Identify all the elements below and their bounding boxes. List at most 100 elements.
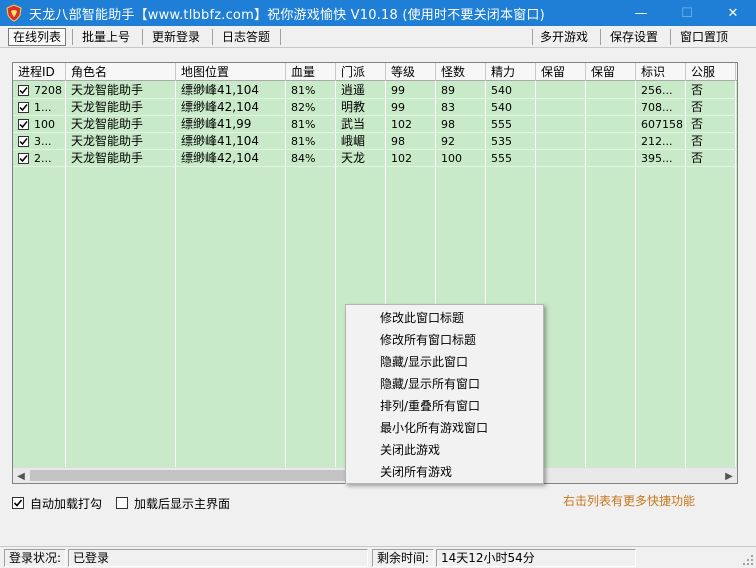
context-menu: 修改此窗口标题 修改所有窗口标题 隐藏/显示此窗口 隐藏/显示所有窗口 排列/重…: [345, 304, 544, 484]
cell-pid: 2...: [34, 152, 52, 165]
menu-separator: [212, 29, 213, 45]
resize-grip-icon[interactable]: [742, 554, 754, 566]
col-header-energy[interactable]: 精力: [486, 63, 536, 81]
auto-load-checkbox[interactable]: 自动加载打勾: [12, 495, 102, 511]
cell-map: 缥缈峰41,99: [181, 117, 252, 131]
menu-bar: 在线列表 批量上号 更新登录 日志答题 多开游戏 保存设置 窗口置顶: [0, 26, 756, 48]
cell-name: 天龙智能助手: [71, 151, 144, 165]
menu-item-close-game[interactable]: 关闭此游戏: [346, 439, 543, 461]
status-bar: 登录状况: 已登录 剩余时间: 14天12小时54分: [0, 546, 756, 568]
menu-separator: [72, 29, 73, 45]
cell-reserved-1: [536, 133, 586, 150]
cell-mobs: 98: [441, 118, 455, 131]
table-row[interactable]: 100 天龙智能助手 缥缈峰41,99 81% 武当 102 98 555 607158 否: [13, 116, 737, 133]
cell-name: 天龙智能助手: [71, 134, 144, 148]
cell-sect: 逍遥: [341, 83, 366, 97]
show-main-label: 加载后显示主界面: [134, 496, 231, 511]
cell-level: 102: [391, 152, 412, 165]
close-button[interactable]: ✕: [710, 0, 756, 26]
menu-item-close-all-games[interactable]: 关闭所有游戏: [346, 461, 543, 483]
menu-item-rename-window[interactable]: 修改此窗口标题: [346, 307, 543, 329]
checkbox-unchecked-icon[interactable]: [116, 497, 128, 509]
show-main-checkbox[interactable]: 加载后显示主界面: [116, 495, 230, 511]
table-row[interactable]: 3... 天龙智能助手 缥缈峰41,104 81% 峨嵋 98 92 535 212... 否: [13, 133, 737, 150]
cell-pid: 3...: [34, 135, 52, 148]
cell-level: 102: [391, 118, 412, 131]
cell-energy: 535: [491, 135, 512, 148]
cell-tag: 256...: [641, 84, 673, 97]
checkbox-checked-icon[interactable]: [12, 497, 24, 509]
col-header-reserved-1[interactable]: 保留: [536, 63, 586, 81]
remaining-time-label: 剩余时间:: [372, 549, 434, 567]
tab-log-answer[interactable]: 日志答题: [218, 28, 274, 46]
cell-map: 缥缈峰42,104: [181, 100, 259, 114]
cell-map: 缥缈峰42,104: [181, 151, 259, 165]
cell-hp: 84%: [291, 152, 316, 165]
cell-mobs: 100: [441, 152, 462, 165]
col-header-tag[interactable]: 标识: [636, 63, 686, 81]
window-title: 天龙八部智能助手【www.tlbbfz.com】祝你游戏愉快 V10.18 (使…: [29, 7, 545, 23]
cell-reserved-2: [586, 150, 636, 167]
cell-map: 缥缈峰41,104: [181, 83, 259, 97]
col-header-reserved-2[interactable]: 保留: [586, 63, 636, 81]
cell-tag: 212...: [641, 135, 673, 148]
save-settings-button[interactable]: 保存设置: [606, 28, 662, 46]
col-header-sect[interactable]: 门派: [336, 63, 386, 81]
window-topmost-button[interactable]: 窗口置顶: [676, 28, 732, 46]
menu-item-minimize-all[interactable]: 最小化所有游戏窗口: [346, 417, 543, 439]
multi-open-game-button[interactable]: 多开游戏: [536, 28, 592, 46]
col-header-name[interactable]: 角色名: [66, 63, 176, 81]
table-row[interactable]: 7208 天龙智能助手 缥缈峰41,104 81% 逍遥 99 89 540 256... 否: [13, 82, 737, 99]
scroll-left-icon[interactable]: ◀: [13, 468, 29, 483]
remaining-time-value: 14天12小时54分: [436, 549, 636, 567]
cell-reserved-1: [536, 116, 586, 133]
tab-online-list[interactable]: 在线列表: [8, 28, 67, 46]
cell-public: 否: [691, 83, 704, 97]
menu-item-toggle-all-windows[interactable]: 隐藏/显示所有窗口: [346, 373, 543, 395]
cell-level: 98: [391, 135, 405, 148]
cell-public: 否: [691, 151, 704, 165]
cell-public: 否: [691, 100, 704, 114]
menu-item-arrange-windows[interactable]: 排列/重叠所有窗口: [346, 395, 543, 417]
table-row[interactable]: 1... 天龙智能助手 缥缈峰42,104 82% 明教 99 83 540 708... 否: [13, 99, 737, 116]
col-header-map[interactable]: 地图位置: [176, 63, 286, 81]
minimize-button[interactable]: —: [618, 0, 664, 26]
menu-item-rename-all-windows[interactable]: 修改所有窗口标题: [346, 329, 543, 351]
cell-hp: 81%: [291, 118, 316, 131]
shortcut-hint: 右击列表有更多快捷功能: [563, 494, 696, 508]
table-row[interactable]: 2... 天龙智能助手 缥缈峰42,104 84% 天龙 102 100 555 395... 否: [13, 150, 737, 167]
col-header-level[interactable]: 等级: [386, 63, 436, 81]
menu-item-toggle-window[interactable]: 隐藏/显示此窗口: [346, 351, 543, 373]
menu-separator: [532, 29, 533, 45]
maximize-button[interactable]: ☐: [664, 0, 710, 26]
scrollbar-thumb[interactable]: [30, 470, 346, 481]
table-header: 进程ID 角色名 地图位置 血量 门派 等级 怪数 精力 保留 保留 标识 公服: [13, 63, 737, 81]
cell-mobs: 83: [441, 101, 455, 114]
cell-energy: 540: [491, 101, 512, 114]
cell-reserved-1: [536, 150, 586, 167]
menu-separator: [600, 29, 601, 45]
cell-reserved-2: [586, 99, 636, 116]
col-header-hp[interactable]: 血量: [286, 63, 336, 81]
cell-pid: 100: [34, 118, 55, 131]
auto-load-label: 自动加载打勾: [30, 496, 103, 511]
app-logo-icon: [5, 4, 23, 22]
cell-reserved-2: [586, 116, 636, 133]
cell-name: 天龙智能助手: [71, 83, 144, 97]
scroll-right-icon[interactable]: ▶: [721, 468, 737, 483]
cell-map: 缥缈峰41,104: [181, 134, 259, 148]
cell-energy: 555: [491, 152, 512, 165]
cell-mobs: 92: [441, 135, 455, 148]
cell-sect: 武当: [341, 117, 366, 131]
menu-separator: [142, 29, 143, 45]
tab-update-login[interactable]: 更新登录: [148, 28, 204, 46]
tab-batch-login[interactable]: 批量上号: [78, 28, 134, 46]
col-header-public[interactable]: 公服: [686, 63, 736, 81]
cell-tag: 708...: [641, 101, 673, 114]
col-header-mobs[interactable]: 怪数: [436, 63, 486, 81]
login-status-value: 已登录: [68, 549, 368, 567]
cell-hp: 81%: [291, 135, 316, 148]
cell-public: 否: [691, 134, 704, 148]
cell-energy: 540: [491, 84, 512, 97]
col-header-pid[interactable]: 进程ID: [13, 63, 66, 81]
